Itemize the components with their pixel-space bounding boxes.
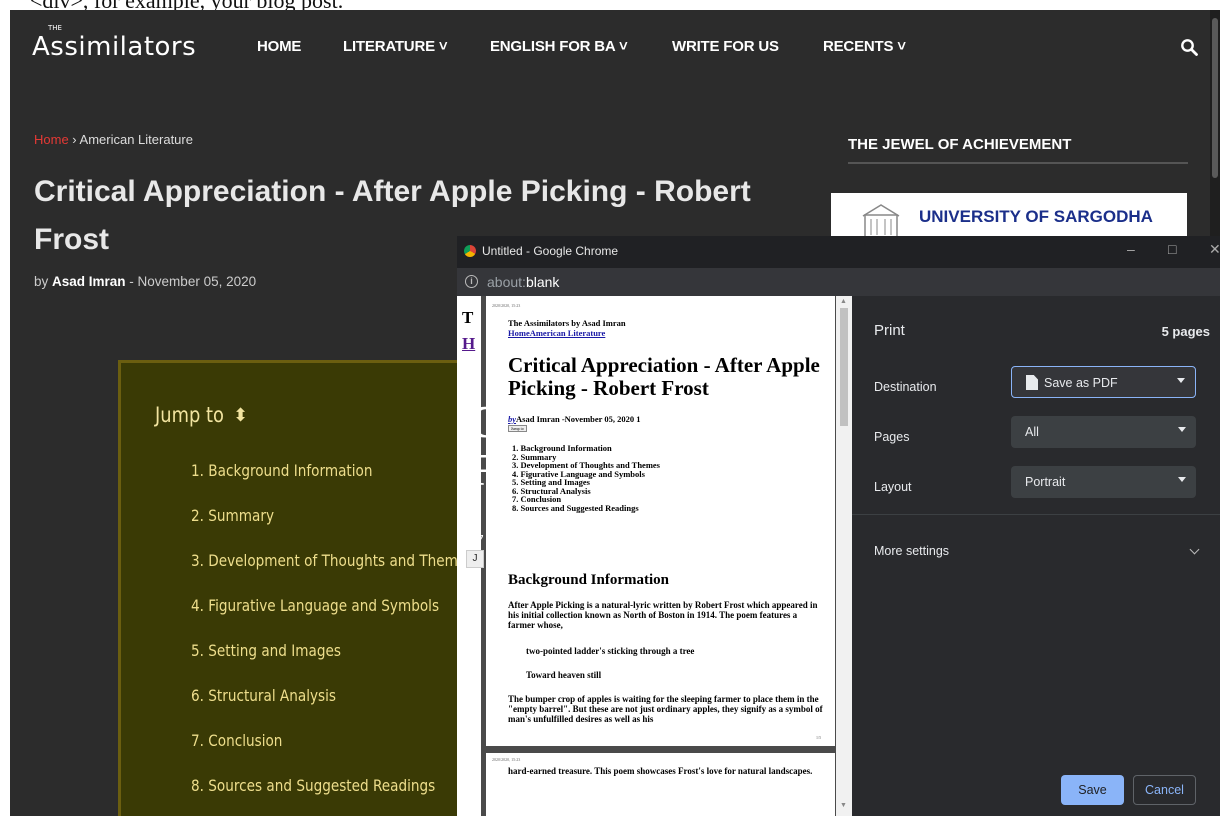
- maximize-button[interactable]: □: [1168, 241, 1176, 257]
- window-titlebar[interactable]: Untitled - Google Chrome – □ ✕: [457, 236, 1220, 266]
- dropdown-caret-icon: [1178, 477, 1186, 482]
- nav-english-for-ba[interactable]: ENGLISH FOR BA ˅: [490, 38, 628, 55]
- print-preview-window: Untitled - Google Chrome – □ ✕ i about:b…: [457, 236, 1220, 816]
- preview-page-2: 2020/2020, 15:23 hard-earned treasure. T…: [486, 753, 835, 816]
- minimize-button[interactable]: –: [1127, 241, 1135, 257]
- preview-paragraph: After Apple Picking is a natural-lyric w…: [508, 600, 818, 630]
- preview-toc: 1. Background Information 2. Summary 3. …: [512, 444, 660, 512]
- preview-title: Critical Appreciation - After Apple Pick…: [508, 353, 820, 400]
- preview-area: T H 2020/2020, 15:23 The Assimilators by…: [457, 296, 852, 816]
- bg-byline-fragment: by: [467, 528, 484, 547]
- scroll-up-arrow-icon[interactable]: ▲: [840, 298, 847, 305]
- preview-date: 2020/2020, 15:23: [492, 303, 521, 308]
- cancel-button[interactable]: Cancel: [1133, 775, 1196, 805]
- toc-item[interactable]: 1. Background Information: [191, 461, 473, 506]
- bg-title-fragment: F: [467, 444, 496, 495]
- jump-to-title: Jump to: [155, 403, 224, 427]
- preview-scrollbar[interactable]: ▲ ▼: [836, 296, 852, 816]
- preview-paragraph: The bumper crop of apples is waiting for…: [508, 694, 823, 724]
- bg-jump-button-fragment: J: [466, 550, 484, 568]
- page-count: 5 pages: [1161, 324, 1210, 339]
- preview-jump-button: Jump to: [508, 425, 527, 432]
- toc-item[interactable]: 7. Conclusion: [191, 731, 473, 776]
- dropdown-caret-icon: [1178, 427, 1186, 432]
- author-link[interactable]: Asad Imran: [52, 274, 126, 289]
- preview-date: 2020/2020, 15:23: [492, 757, 521, 762]
- toc-item[interactable]: 4. Figurative Language and Symbols: [191, 596, 473, 641]
- window-title: Untitled - Google Chrome: [482, 244, 619, 258]
- destination-label: Destination: [874, 380, 937, 394]
- breadcrumb-home[interactable]: Home: [34, 132, 69, 147]
- nav-literature[interactable]: LITERATURE ˅: [343, 38, 448, 55]
- info-icon[interactable]: i: [465, 275, 478, 288]
- nav-recents[interactable]: RECENTS ˅: [823, 38, 906, 55]
- print-preview-canvas: 2020/2020, 15:23 The Assimilators by Asa…: [481, 296, 852, 816]
- site-navbar: THE Assimilators HOME LITERATURE ˅ ENGLI…: [10, 10, 1220, 82]
- toc-item[interactable]: 3. Development of Thoughts and Themes: [191, 551, 473, 596]
- preview-breadcrumb: HomeAmerican Literature: [508, 328, 606, 338]
- pages-select[interactable]: All: [1011, 416, 1196, 448]
- settings-divider: [852, 514, 1220, 515]
- preview-byline: byAsad Imran -November 05, 2020 1: [508, 414, 641, 424]
- dropdown-caret-icon: [1177, 378, 1185, 383]
- preview-paragraph: hard-earned treasure. This poem showcase…: [508, 766, 813, 776]
- preview-toc-item: 8. Sources and Suggested Readings: [512, 502, 639, 513]
- toc-item[interactable]: 2. Summary: [191, 506, 473, 551]
- preview-section-heading: Background Information: [508, 572, 670, 588]
- university-building-icon: [862, 204, 900, 238]
- nav-home[interactable]: HOME: [257, 38, 301, 55]
- top-cropped-text: <div>, for example, your blog post.: [0, 0, 1220, 10]
- logo-the: THE: [48, 24, 62, 32]
- breadcrumb-current[interactable]: American Literature: [80, 132, 193, 147]
- site-logo[interactable]: Assimilators: [32, 32, 196, 62]
- toc-item[interactable]: 6. Structural Analysis: [191, 686, 473, 731]
- toc-item[interactable]: 5. Setting and Images: [191, 641, 473, 686]
- nav-write-for-us[interactable]: WRITE FOR US: [672, 38, 779, 55]
- document-icon: [1026, 375, 1038, 390]
- address-bar[interactable]: i about:blank: [457, 268, 1220, 296]
- toc-item[interactable]: 8. Sources and Suggested Readings: [191, 776, 473, 816]
- chrome-icon: [464, 245, 476, 257]
- page-scrollbar-thumb[interactable]: [1212, 18, 1218, 178]
- layout-label: Layout: [874, 480, 912, 494]
- post-byline: by Asad Imran - November 05, 2020: [34, 274, 257, 289]
- print-settings-panel: Print 5 pages Destination Save as PDF Pa…: [852, 296, 1220, 816]
- preview-quote: two-pointed ladder's sticking through a …: [526, 646, 695, 656]
- search-icon[interactable]: [1180, 38, 1198, 56]
- url-text[interactable]: about:blank: [487, 274, 559, 290]
- sidebar-heading: THE JEWEL OF ACHIEVEMENT: [848, 136, 1072, 153]
- layout-select[interactable]: Portrait: [1011, 466, 1196, 498]
- preview-page-number: 1/5: [816, 735, 822, 740]
- bg-title-fragment: C: [467, 396, 501, 447]
- sort-toggle-icon[interactable]: ⬍: [233, 405, 248, 426]
- scroll-down-arrow-icon[interactable]: ▼: [840, 802, 847, 809]
- print-title: Print: [874, 322, 905, 339]
- save-button[interactable]: Save: [1061, 775, 1124, 805]
- breadcrumb: Home › American Literature: [34, 132, 193, 147]
- preview-site-line: The Assimilators by Asad Imran: [508, 318, 626, 328]
- preview-scrollbar-thumb[interactable]: [840, 308, 848, 426]
- preview-page-1: 2020/2020, 15:23 The Assimilators by Asa…: [486, 296, 835, 746]
- pages-label: Pages: [874, 430, 910, 444]
- university-name: UNIVERSITY OF SARGODHA: [919, 207, 1153, 226]
- close-button[interactable]: ✕: [1209, 241, 1220, 258]
- more-settings-toggle[interactable]: More settings: [874, 544, 949, 558]
- preview-quote: Toward heaven still: [526, 670, 602, 680]
- chevron-down-icon[interactable]: [1189, 544, 1200, 555]
- sidebar-divider: [848, 162, 1188, 164]
- destination-select[interactable]: Save as PDF: [1011, 366, 1196, 398]
